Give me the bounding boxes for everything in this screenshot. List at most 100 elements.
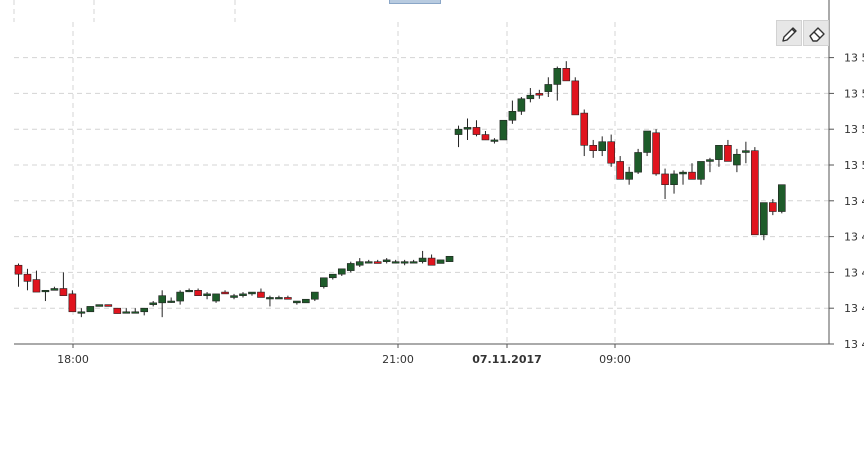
candle-body <box>526 94 535 100</box>
candle-body <box>688 171 696 180</box>
candle-body <box>355 261 364 266</box>
x-tick-label: 18:00 <box>57 353 89 366</box>
candle-body <box>679 171 687 175</box>
candle-body <box>86 306 95 313</box>
y-tick-label: 13 4 <box>844 338 864 351</box>
candle-body <box>131 311 140 314</box>
candle-body <box>670 173 678 185</box>
candle-body <box>472 127 481 135</box>
candle-body <box>248 291 256 295</box>
candle-body <box>598 141 607 151</box>
candle-body <box>149 302 157 305</box>
candle-body <box>212 293 220 302</box>
x-tick-label: 09:00 <box>599 353 631 366</box>
candle-body <box>68 293 77 313</box>
candle-body <box>661 173 669 185</box>
candle-body <box>544 84 553 92</box>
candle-body <box>562 68 571 82</box>
candle-body <box>95 304 104 307</box>
candle-body <box>346 263 355 271</box>
candle-body <box>113 307 122 314</box>
candles <box>14 61 786 318</box>
candle-body <box>400 261 409 264</box>
candle-body <box>571 80 580 116</box>
candle-body <box>266 297 274 300</box>
candle-body <box>508 111 517 121</box>
candle-body <box>643 130 651 153</box>
candle-body <box>158 295 166 304</box>
erase-tool-button[interactable] <box>803 20 829 46</box>
candle-body <box>185 289 193 293</box>
candle-body <box>257 291 265 298</box>
candle-body <box>607 141 615 164</box>
y-tick-label: 13 4 <box>844 266 864 279</box>
candle-body <box>490 139 499 142</box>
candle-body <box>517 98 526 112</box>
candle-body <box>373 261 382 264</box>
candle-body <box>481 134 490 141</box>
y-tick-label: 13 4 <box>844 302 864 315</box>
candle-body <box>777 184 786 212</box>
y-tick-label: 13 5 <box>844 87 864 100</box>
candle-body <box>23 273 32 282</box>
candle-body <box>77 311 86 314</box>
candle-body <box>194 289 202 296</box>
y-tick-label: 13 4 <box>844 195 864 208</box>
candle-body <box>59 288 68 296</box>
candlestick-chart: 13 5 13 5 13 5 13 5 13 4 13 4 13 4 13 4 13 4 18:0… <box>13 0 864 366</box>
candle-body <box>580 112 589 146</box>
y-tick-label: 13 5 <box>844 52 864 65</box>
candle-body <box>364 261 373 264</box>
y-tick-label: 13 5 <box>844 123 864 136</box>
candle-body <box>328 273 337 279</box>
candle-body <box>302 298 310 304</box>
candle-body <box>454 128 463 135</box>
candle-body <box>337 268 346 275</box>
candle-body <box>409 261 418 264</box>
candle-body <box>589 145 598 151</box>
candle-body <box>284 297 292 300</box>
candle-body <box>427 257 436 266</box>
candle-body <box>104 304 113 307</box>
candle-body <box>499 119 508 141</box>
candle-body <box>311 291 319 300</box>
grid <box>13 0 829 343</box>
candle-body <box>445 255 454 262</box>
candle-body <box>553 68 562 85</box>
candle-body <box>32 279 41 293</box>
y-tick-label: 13 5 <box>844 159 864 172</box>
candle-body <box>715 145 723 160</box>
candle-body <box>751 150 759 236</box>
y-tick-label: 13 4 <box>844 231 864 244</box>
candle-body <box>275 297 283 300</box>
candle-body <box>230 295 238 298</box>
eraser-icon <box>809 27 825 42</box>
x-tick-label: 21:00 <box>382 353 414 366</box>
candle-body <box>733 153 741 166</box>
candle-body <box>239 293 247 296</box>
candle-body <box>221 291 229 295</box>
candle-body <box>769 202 777 212</box>
candle-body <box>14 264 23 275</box>
candle-body <box>418 257 427 262</box>
candle-body <box>724 145 732 162</box>
candle-body <box>140 307 149 313</box>
candle-body <box>436 259 445 264</box>
candle-body <box>382 259 391 262</box>
candle-body <box>167 300 175 303</box>
candle-body <box>293 300 301 304</box>
draw-tool-button[interactable] <box>776 20 802 46</box>
candle-body <box>320 277 328 288</box>
candle-body <box>41 289 50 293</box>
candle-body <box>742 150 750 153</box>
candle-body <box>760 202 768 236</box>
candle-body <box>391 261 400 264</box>
candle-body <box>463 127 472 130</box>
candle-body <box>652 132 660 175</box>
candle-body <box>625 171 633 180</box>
candle-body <box>706 159 714 162</box>
candle-body <box>176 291 184 302</box>
x-tick-label: 07.11.2017 <box>472 353 542 366</box>
candle-body <box>203 293 211 296</box>
pencil-icon <box>782 27 797 42</box>
